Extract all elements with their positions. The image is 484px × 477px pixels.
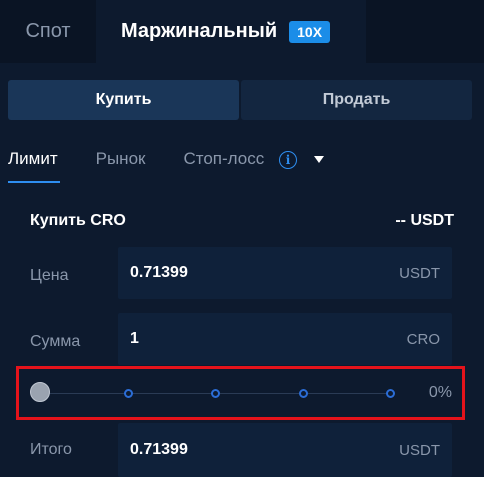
info-icon[interactable]: i xyxy=(278,150,297,169)
amount-input[interactable]: 1 CRO xyxy=(118,313,452,365)
price-label: Цена xyxy=(30,267,69,284)
slider-percent: 0% xyxy=(428,384,452,401)
tab-spot[interactable]: Спот xyxy=(0,0,96,63)
tab-market[interactable]: Рынок xyxy=(96,146,146,169)
slider-thumb[interactable] xyxy=(30,382,50,402)
sell-button[interactable]: Продать xyxy=(241,80,472,120)
tab-stop-loss[interactable]: Стоп-лосс i xyxy=(183,146,324,169)
order-type-tabs: Лимит Рынок Стоп-лосс i xyxy=(8,146,324,186)
tab-spot-label: Спот xyxy=(25,20,71,42)
slider-step-25[interactable] xyxy=(124,389,133,398)
buy-button[interactable]: Купить xyxy=(8,80,239,120)
total-unit: USDT xyxy=(399,441,440,459)
tab-margin[interactable]: Маржинальный 10X xyxy=(96,0,366,63)
tab-stop-loss-label: Стоп-лосс xyxy=(183,149,265,168)
side-switch: Купить Продать xyxy=(8,80,472,120)
amount-value: 1 xyxy=(130,330,139,347)
market-type-tabs: Спот Маржинальный 10X xyxy=(0,0,484,63)
price-value: 0.71399 xyxy=(130,264,188,281)
tab-limit[interactable]: Лимит xyxy=(8,146,60,183)
total-input[interactable]: 0.71399 USDT xyxy=(118,423,452,477)
chevron-down-icon[interactable] xyxy=(313,156,324,164)
tab-margin-label: Маржинальный xyxy=(121,20,278,42)
slider-step-50[interactable] xyxy=(211,389,220,398)
slider-step-75[interactable] xyxy=(299,389,308,398)
available-balance: -- USDT xyxy=(395,212,454,229)
leverage-badge: 10X xyxy=(289,20,331,43)
amount-label: Сумма xyxy=(30,333,81,350)
price-unit: USDT xyxy=(399,264,440,282)
order-title: Купить CRO xyxy=(30,212,126,229)
amount-slider[interactable]: 0% xyxy=(16,366,465,420)
slider-step-100[interactable] xyxy=(386,389,395,398)
total-value: 0.71399 xyxy=(130,441,188,458)
price-input[interactable]: 0.71399 USDT xyxy=(118,247,452,299)
total-label: Итого xyxy=(30,441,72,458)
amount-unit: CRO xyxy=(406,330,440,348)
order-header: Купить CRO -- USDT xyxy=(30,212,454,230)
